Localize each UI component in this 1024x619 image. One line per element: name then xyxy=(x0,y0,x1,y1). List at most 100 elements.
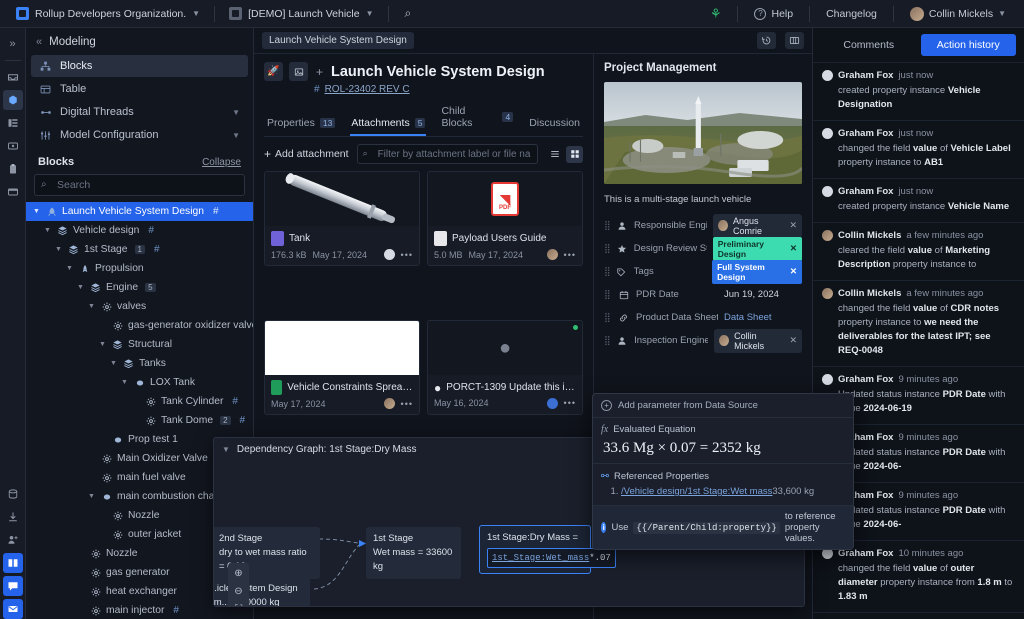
project-switcher[interactable]: [DEMO] Launch Vehicle ▼ xyxy=(223,4,379,23)
property-row[interactable]: ⣿PDR DateJun 19, 2024 xyxy=(604,283,802,306)
add-attachment-button[interactable]: + Add attachment xyxy=(264,147,349,161)
tree-node[interactable]: Tank Dome2# xyxy=(26,411,253,430)
caret-down-icon[interactable]: ▼ xyxy=(120,379,129,386)
tree-node[interactable]: ▼Tanks xyxy=(26,354,253,373)
sidebar-header[interactable]: « Modeling xyxy=(26,28,253,55)
rail-item-docs[interactable] xyxy=(3,553,23,573)
sidebar-item-digital-threads[interactable]: Digital Threads ▼ xyxy=(31,101,248,123)
tab-attachments[interactable]: Attachments5 xyxy=(350,114,426,136)
org-switcher[interactable]: Rollup Developers Organization. ▼ xyxy=(10,4,206,23)
drag-handle-icon[interactable]: ⣿ xyxy=(604,335,610,346)
tree-node[interactable]: ▼Propulsion xyxy=(26,259,253,278)
changelog-button[interactable]: Changelog xyxy=(818,5,885,23)
tab-child-blocks[interactable]: Child Blocks4 xyxy=(440,102,514,136)
tree-node[interactable]: gas-generator oxidizer valve xyxy=(26,316,253,335)
expand-sidebar-button[interactable]: » xyxy=(3,34,23,54)
breadcrumb[interactable]: Launch Vehicle System Design xyxy=(262,32,414,49)
caret-down-icon[interactable]: ▼ xyxy=(43,227,52,234)
status-badge[interactable]: Preliminary Design✕ xyxy=(713,237,802,261)
tab-discussion[interactable]: Discussion xyxy=(528,114,581,136)
user-menu[interactable]: Collin Mickels ▼ xyxy=(902,4,1014,24)
attachment-card[interactable]: ◥PDFPayload Users Guide5.0 MBMay 17, 202… xyxy=(427,171,583,266)
chevron-down-icon[interactable]: ▼ xyxy=(232,131,240,140)
block-ref-link[interactable]: ROL-23402 REV C xyxy=(325,84,410,95)
tab-action-history[interactable]: Action history xyxy=(921,34,1017,56)
collapse-all-link[interactable]: Collapse xyxy=(202,157,241,168)
sidebar-item-model-configuration[interactable]: Model Configuration ▼ xyxy=(31,124,248,146)
tab-properties[interactable]: Properties13 xyxy=(266,114,336,136)
sidebar-item-table[interactable]: Table xyxy=(31,78,248,100)
rail-item-inbox[interactable] xyxy=(3,67,23,87)
rail-item-table[interactable] xyxy=(3,113,23,133)
drag-handle-icon[interactable]: ⣿ xyxy=(604,289,611,300)
integrations-button[interactable]: ⚘ xyxy=(702,3,730,25)
tag-badge[interactable]: Full System Design✕ xyxy=(712,260,802,284)
panel-layout-icon[interactable] xyxy=(785,32,804,49)
attachment-filter-input[interactable] xyxy=(357,144,538,164)
caret-down-icon[interactable]: ▼ xyxy=(32,208,41,215)
property-row[interactable]: ⣿Product Data SheetData Sheet xyxy=(604,306,802,329)
search-input[interactable] xyxy=(34,174,245,196)
tree-node[interactable]: ▼Vehicle design# xyxy=(26,221,253,240)
add-icon[interactable]: + xyxy=(316,65,323,79)
equation-input[interactable]: 1st_Stage:Wet_mass*.07 xyxy=(487,548,616,568)
caret-down-icon[interactable]: ▼ xyxy=(76,284,85,291)
chevron-down-icon[interactable]: ▼ xyxy=(222,445,230,454)
history-icon[interactable] xyxy=(757,32,776,49)
user-chip[interactable]: Collin Mickels✕ xyxy=(714,329,802,353)
caret-down-icon[interactable]: ▼ xyxy=(109,360,118,367)
drag-handle-icon[interactable]: ⣿ xyxy=(604,243,610,254)
attachment-menu-button[interactable]: ••• xyxy=(564,398,576,408)
rail-item-mail[interactable] xyxy=(3,599,23,619)
chevron-down-icon[interactable]: ▼ xyxy=(232,108,240,117)
caret-down-icon[interactable]: ▼ xyxy=(98,341,107,348)
rail-item-chat[interactable] xyxy=(3,576,23,596)
global-search-button[interactable]: ⌕ xyxy=(397,3,420,24)
collapse-chevron-icon[interactable]: « xyxy=(36,36,42,48)
tree-node[interactable]: ▼Engine5 xyxy=(26,278,253,297)
attachment-card[interactable]: Vehicle Constraints SpreadsheetMay 17, 2… xyxy=(264,320,420,415)
attachment-card[interactable]: ●●PORCT-1309 Update this inv...May 16, 2… xyxy=(427,320,583,415)
rail-item-download[interactable] xyxy=(3,507,23,527)
caret-down-icon[interactable]: ▼ xyxy=(54,246,63,253)
attachment-menu-button[interactable]: ••• xyxy=(564,250,576,260)
rail-item-invite[interactable] xyxy=(3,530,23,550)
property-row[interactable]: ⣿Inspection EngineerCollin Mickels✕ xyxy=(604,329,802,352)
grid-view-icon[interactable] xyxy=(566,146,583,163)
property-row[interactable]: ⣿TagsFull System Design✕ xyxy=(604,260,802,283)
fit-screen-icon[interactable]: ⛶ xyxy=(230,601,247,607)
caret-down-icon[interactable]: ▼ xyxy=(87,493,96,500)
drag-handle-icon[interactable]: ⣿ xyxy=(604,266,610,277)
property-row[interactable]: ⣿Design Review StatusPreliminary Design✕ xyxy=(604,237,802,260)
rocket-icon[interactable]: 🚀 xyxy=(264,62,283,81)
rail-item-pages[interactable] xyxy=(3,182,23,202)
attachment-menu-button[interactable]: ••• xyxy=(401,399,413,409)
drag-handle-icon[interactable]: ⣿ xyxy=(604,312,611,323)
tree-node[interactable]: ▼Launch Vehicle System Design# xyxy=(26,202,253,221)
property-row[interactable]: ⣿Responsible EngineerAngus Comrie✕ xyxy=(604,214,802,237)
list-view-icon[interactable] xyxy=(546,146,563,163)
rail-item-modeling[interactable] xyxy=(3,90,23,110)
attachment-card[interactable]: Tank176.3 kBMay 17, 2024••• xyxy=(264,171,420,266)
caret-down-icon[interactable]: ▼ xyxy=(87,303,96,310)
caret-down-icon[interactable]: ▼ xyxy=(65,265,74,272)
graph-node-dry-mass[interactable]: 1st Stage:Dry Mass = 1st_Stage:Wet_mass*… xyxy=(479,525,591,574)
tree-node[interactable]: ▼valves xyxy=(26,297,253,316)
image-icon[interactable] xyxy=(289,62,308,81)
user-chip[interactable]: Angus Comrie✕ xyxy=(713,214,802,238)
sidebar-item-blocks[interactable]: Blocks xyxy=(31,55,248,77)
drag-handle-icon[interactable]: ⣿ xyxy=(604,220,610,231)
remove-icon[interactable]: ✕ xyxy=(790,243,797,254)
tree-node[interactable]: ▼1st Stage1# xyxy=(26,240,253,259)
referenced-property-link[interactable]: /Vehicle design/1st Stage:Wet mass xyxy=(621,486,772,497)
help-button[interactable]: ? Help xyxy=(746,5,801,23)
graph-node-1st-stage[interactable]: 1st Stage Wet mass = 33600 kg xyxy=(366,527,461,579)
remove-icon[interactable]: ✕ xyxy=(789,220,797,231)
property-value-link[interactable]: Data Sheet xyxy=(724,312,772,323)
rail-item-data-sources[interactable] xyxy=(3,484,23,504)
remove-icon[interactable]: ✕ xyxy=(790,266,797,277)
add-parameter-row[interactable]: + Add parameter from Data Source xyxy=(593,394,853,418)
tree-node[interactable]: Tank Cylinder# xyxy=(26,392,253,411)
tab-comments[interactable]: Comments xyxy=(821,34,917,56)
remove-icon[interactable]: ✕ xyxy=(789,335,797,346)
